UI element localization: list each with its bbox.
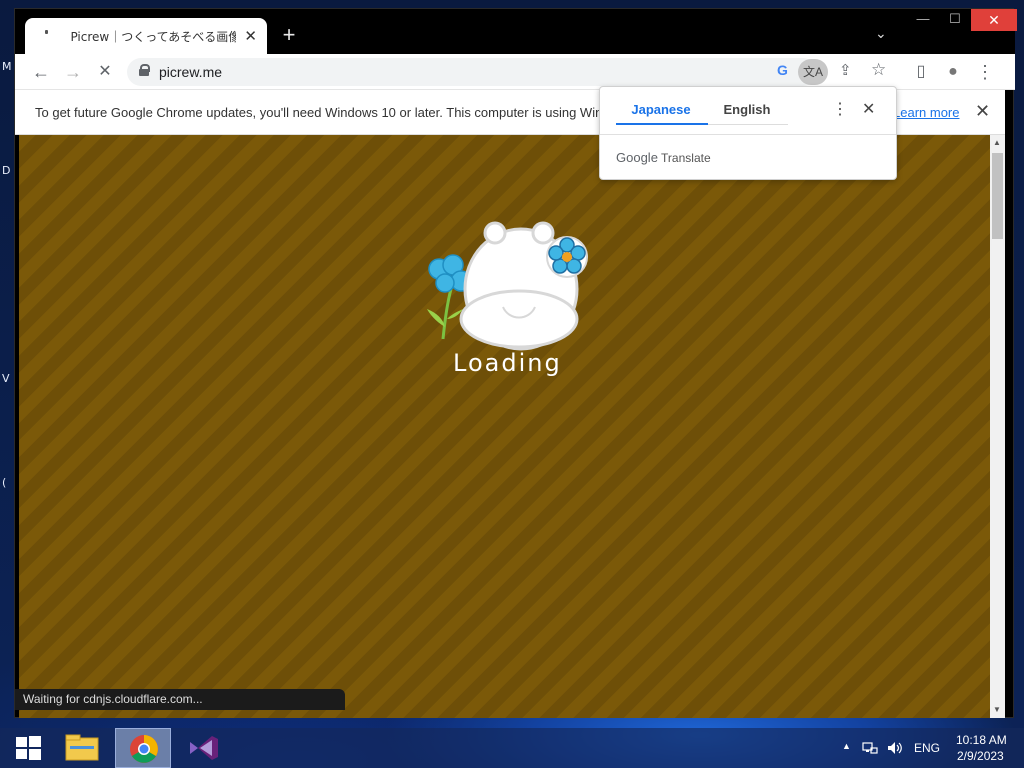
desktop-icon-label: ( [2, 476, 7, 489]
infobar-message: To get future Google Chrome updates, you… [35, 105, 603, 120]
title-bar: Picrew｜つくってあそべる画像メーカー ✕ + ⌄ — ☐ ✕ [15, 9, 1017, 54]
translate-icon[interactable]: 文A [798, 59, 828, 85]
visual-studio-button[interactable] [176, 728, 232, 768]
scrollbar-thumb[interactable] [992, 153, 1003, 239]
new-tab-button[interactable]: + [277, 24, 301, 48]
share-icon[interactable]: ⇪ [839, 61, 852, 79]
input-language-indicator[interactable]: ENG [914, 741, 940, 755]
tab-title: Picrew｜つくってあそべる画像メーカー [70, 29, 237, 44]
vertical-scrollbar[interactable]: ▲ ▼ [990, 135, 1005, 718]
tab-divider [708, 124, 788, 125]
volume-icon[interactable] [886, 740, 902, 756]
back-button[interactable]: ← [29, 60, 53, 84]
window-controls: — ☐ ✕ [907, 9, 1017, 35]
google-translate-brand: Google Translate [616, 150, 711, 165]
loading-text: Loading [453, 349, 562, 377]
address-bar[interactable]: picrew.me G 文A ⇪ ☆ [127, 58, 886, 86]
learn-more-link[interactable]: Learn more [893, 105, 960, 120]
selected-tab-indicator [616, 123, 708, 125]
browser-toolbar: ← → ✕ picrew.me G 文A ⇪ ☆ ▯ ● ⋮ [15, 54, 1015, 90]
profile-avatar-icon[interactable]: ● [941, 60, 965, 84]
scroll-down-icon[interactable]: ▼ [993, 705, 1001, 714]
start-button[interactable] [4, 728, 60, 768]
forward-button[interactable]: → [61, 60, 85, 84]
start-icon [16, 736, 41, 760]
network-icon[interactable] [862, 740, 878, 756]
bookmark-star-icon[interactable]: ☆ [871, 60, 886, 80]
infobar-close-icon[interactable]: ✕ [975, 101, 990, 122]
file-explorer-button[interactable] [56, 728, 112, 768]
loading-favicon-icon [39, 28, 54, 44]
translate-close-icon[interactable]: ✕ [862, 99, 875, 119]
status-bubble: Waiting for cdnjs.cloudflare.com... [15, 689, 345, 710]
maximize-button[interactable]: ☐ [939, 9, 971, 31]
tab-search-icon[interactable]: ⌄ [875, 25, 887, 42]
file-explorer-icon [65, 734, 99, 761]
url-text[interactable]: picrew.me [159, 64, 222, 80]
show-hidden-icons-icon[interactable]: ▲ [842, 741, 851, 751]
desktop-icon-label: M [2, 60, 12, 73]
tab-english[interactable]: English [702, 102, 792, 117]
translate-options-icon[interactable]: ⋮ [832, 99, 848, 119]
clock-date[interactable]: 2/9/2023 [957, 749, 1004, 763]
translate-popup: Japanese English ⋮ ✕ Google Translate [599, 86, 897, 180]
side-panel-icon[interactable]: ▯ [909, 60, 933, 84]
clock-time[interactable]: 10:18 AM [956, 733, 1007, 747]
tab-japanese[interactable]: Japanese [616, 102, 706, 117]
scroll-up-icon[interactable]: ▲ [993, 138, 1001, 147]
chrome-menu-icon[interactable]: ⋮ [973, 60, 997, 84]
google-lens-icon[interactable]: G [777, 62, 788, 78]
desktop-icon-label: D [2, 164, 11, 177]
minimize-button[interactable]: — [907, 9, 939, 31]
visual-studio-icon [190, 736, 218, 760]
popup-divider [600, 134, 896, 135]
tab-picrew[interactable]: Picrew｜つくってあそべる画像メーカー ✕ [25, 18, 267, 54]
chrome-taskbar-button[interactable] [115, 728, 171, 768]
google-brand-text: Google [616, 150, 658, 165]
chrome-icon [130, 735, 158, 763]
desktop-icon-label: V [2, 372, 10, 385]
tab-close-icon[interactable]: ✕ [244, 27, 257, 45]
translate-brand-text: Translate [661, 151, 711, 165]
close-window-button[interactable]: ✕ [971, 9, 1017, 31]
lock-icon[interactable] [139, 64, 150, 76]
stop-loading-button[interactable]: ✕ [93, 60, 117, 84]
taskbar: ▲ ENG 10:18 AM 2/9/2023 [0, 728, 1024, 768]
